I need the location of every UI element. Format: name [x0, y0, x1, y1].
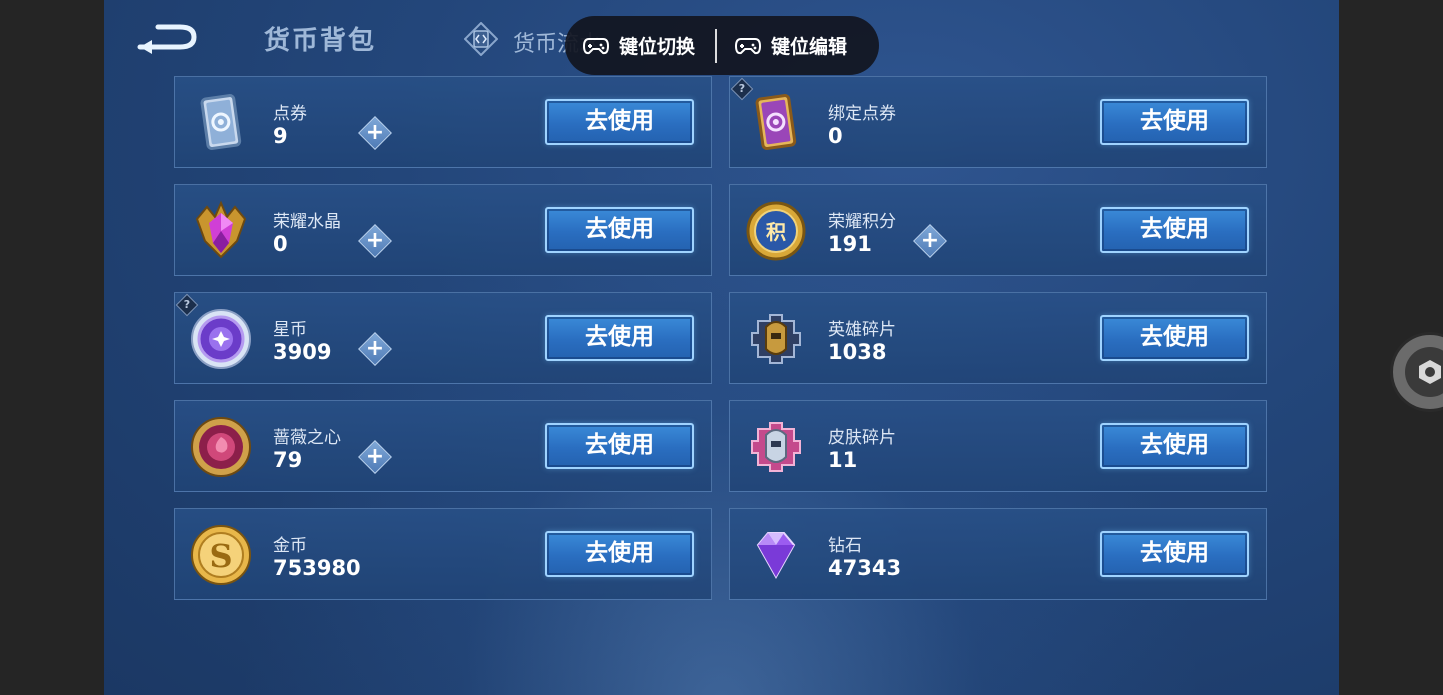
bound-voucher-card-icon [755, 94, 797, 150]
currency-card-bound-voucher: ? 绑定点券 0 去使用 [729, 76, 1267, 168]
currency-value: 753980 [273, 556, 361, 580]
hexagon-icon [1405, 347, 1443, 397]
currency-value: 11 [828, 448, 858, 472]
voucher-card-icon [200, 94, 242, 150]
currency-value: 0 [828, 124, 843, 148]
currency-card-diamond: 钻石 47343 去使用 [729, 508, 1267, 600]
use-skin-fragment-button[interactable]: 去使用 [1100, 423, 1249, 469]
diamond-icon [756, 532, 796, 580]
currency-value: 1038 [828, 340, 887, 364]
key-switch-button[interactable]: 键位切换 [565, 16, 715, 75]
currency-name: 绑定点券 [828, 104, 896, 124]
use-diamond-button[interactable]: 去使用 [1100, 531, 1249, 577]
currency-value: 191 [828, 232, 872, 256]
use-bound-voucher-button[interactable]: 去使用 [1100, 99, 1249, 145]
plus-icon: + [920, 228, 940, 253]
page-title: 货币背包 [264, 26, 377, 56]
currency-name: 星币 [273, 320, 307, 340]
currency-value: 9 [273, 124, 288, 148]
currency-card-hero-fragment: 英雄碎片 1038 去使用 [729, 292, 1267, 384]
use-gold-coin-button[interactable]: 去使用 [545, 531, 694, 577]
add-star-coin-button[interactable]: + [358, 332, 392, 366]
currency-name: 点券 [273, 104, 307, 124]
plus-icon: + [365, 444, 385, 469]
svg-text:S: S [209, 537, 232, 575]
currency-name: 荣耀积分 [828, 212, 896, 232]
add-glory-points-button[interactable]: + [913, 224, 947, 258]
add-glory-crystal-button[interactable]: + [358, 224, 392, 258]
add-rose-heart-button[interactable]: + [358, 440, 392, 474]
currency-card-gold-coin: S 金币 753980 去使用 [174, 508, 712, 600]
gamepad-icon [735, 37, 762, 54]
rose-heart-icon [191, 417, 251, 477]
plus-icon: + [365, 228, 385, 253]
currency-card-star-coin: ? 星币 3909 + 去使用 [174, 292, 712, 384]
gamepad-icon [583, 37, 609, 54]
svg-text:积: 积 [766, 220, 786, 244]
add-voucher-button[interactable]: + [358, 116, 392, 150]
use-rose-heart-button[interactable]: 去使用 [545, 423, 694, 469]
back-arrow-icon[interactable] [134, 20, 198, 56]
skin-fragment-icon [751, 422, 801, 472]
gold-coin-icon: S [191, 525, 251, 585]
use-glory-crystal-button[interactable]: 去使用 [545, 207, 694, 253]
currency-name: 皮肤碎片 [828, 428, 896, 448]
use-hero-fragment-button[interactable]: 去使用 [1100, 315, 1249, 361]
glory-crystal-icon [195, 200, 247, 259]
currency-name: 蔷薇之心 [273, 428, 341, 448]
key-mapping-overlay: 键位切换 键位编辑 [565, 16, 879, 75]
key-edit-button[interactable]: 键位编辑 [717, 16, 867, 75]
currency-card-glory-crystal: 荣耀水晶 0 + 去使用 [174, 184, 712, 276]
currency-card-skin-fragment: 皮肤碎片 11 去使用 [729, 400, 1267, 492]
currency-value: 3909 [273, 340, 332, 364]
currency-name: 英雄碎片 [828, 320, 896, 340]
use-voucher-button[interactable]: 去使用 [545, 99, 694, 145]
currency-card-glory-points: 积 荣耀积分 191 + 去使用 [729, 184, 1267, 276]
key-edit-label: 键位编辑 [771, 36, 848, 58]
key-switch-label: 键位切换 [619, 36, 696, 58]
currency-card-rose-heart: 蔷薇之心 79 + 去使用 [174, 400, 712, 492]
currency-value: 47343 [828, 556, 902, 580]
currency-card-voucher: 点券 9 + 去使用 [174, 76, 712, 168]
currency-backpack-screen: 货币背包 货币流水 点券 9 + 去使用 ? 绑定点券 0 去使用 荣耀水晶 0… [104, 0, 1339, 695]
currency-flow-icon[interactable] [464, 22, 498, 56]
star-coin-icon [191, 309, 251, 369]
overlay-divider [715, 28, 718, 63]
plus-icon: + [365, 336, 385, 361]
currency-name: 金币 [273, 536, 307, 556]
glory-points-icon: 积 [746, 201, 806, 261]
floating-control-button[interactable] [1390, 332, 1443, 412]
hero-fragment-icon [751, 314, 801, 364]
plus-icon: + [365, 120, 385, 145]
use-star-coin-button[interactable]: 去使用 [545, 315, 694, 361]
currency-value: 0 [273, 232, 288, 256]
currency-name: 钻石 [828, 536, 862, 556]
currency-name: 荣耀水晶 [273, 212, 341, 232]
currency-value: 79 [273, 448, 303, 472]
use-glory-points-button[interactable]: 去使用 [1100, 207, 1249, 253]
